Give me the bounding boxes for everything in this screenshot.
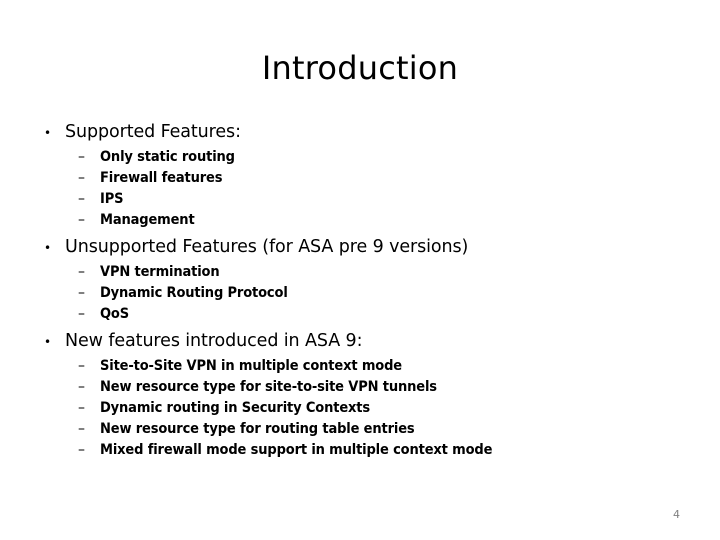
- bullet-heading-row: • Supported Features:: [40, 118, 680, 146]
- dash-marker-icon: –: [78, 442, 85, 458]
- sub-bullet-label: New resource type for site-to-site VPN t…: [100, 379, 437, 395]
- page-title: Introduction: [261, 49, 459, 87]
- sub-bullet-label: Firewall features: [100, 170, 223, 186]
- dash-marker-icon: –: [78, 400, 85, 416]
- sub-bullet-row: – QoS: [40, 304, 680, 325]
- sub-bullet-row: – Dynamic routing in Security Contexts: [40, 398, 680, 419]
- sub-bullet-row: – VPN termination: [40, 262, 680, 283]
- dash-marker-icon: –: [78, 264, 85, 280]
- bullet-heading-row: • Unsupported Features (for ASA pre 9 ve…: [40, 233, 680, 261]
- sub-bullet-list: – Only static routing – Firewall feature…: [40, 147, 680, 231]
- sub-bullet-row: – New resource type for routing table en…: [40, 419, 680, 440]
- sub-bullet-label: Dynamic routing in Security Contexts: [100, 400, 370, 416]
- dash-marker-icon: –: [78, 191, 85, 207]
- sub-bullet-row: – IPS: [40, 189, 680, 210]
- dash-marker-icon: –: [78, 306, 85, 322]
- dash-marker-icon: –: [78, 285, 85, 301]
- dash-marker-icon: –: [78, 212, 85, 228]
- sub-bullet-row: – Only static routing: [40, 147, 680, 168]
- bullet-heading-label: New features introduced in ASA 9:: [65, 331, 363, 351]
- dash-marker-icon: –: [78, 170, 85, 186]
- bullet-dot-icon: •: [44, 335, 52, 349]
- slide-canvas: Introduction • Supported Features: – Onl…: [0, 0, 720, 540]
- dash-marker-icon: –: [78, 149, 85, 165]
- sub-bullet-label: Dynamic Routing Protocol: [100, 285, 288, 301]
- dash-marker-icon: –: [78, 358, 85, 374]
- sub-bullet-row: – Dynamic Routing Protocol: [40, 283, 680, 304]
- page-number: 4: [673, 508, 680, 521]
- sub-bullet-label: Only static routing: [100, 149, 235, 165]
- dash-marker-icon: –: [78, 379, 85, 395]
- sub-bullet-list: – VPN termination – Dynamic Routing Prot…: [40, 262, 680, 325]
- slide-body: • Supported Features: – Only static rout…: [40, 118, 680, 461]
- bullet-group-new-features: • New features introduced in ASA 9: – Si…: [40, 327, 680, 461]
- bullet-heading-label: Unsupported Features (for ASA pre 9 vers…: [65, 237, 469, 257]
- sub-bullet-label: Site-to-Site VPN in multiple context mod…: [100, 358, 402, 374]
- bullet-group-unsupported-features: • Unsupported Features (for ASA pre 9 ve…: [40, 233, 680, 325]
- bullet-heading-row: • New features introduced in ASA 9:: [40, 327, 680, 355]
- bullet-heading-label: Supported Features:: [65, 122, 241, 142]
- sub-bullet-list: – Site-to-Site VPN in multiple context m…: [40, 356, 680, 461]
- sub-bullet-label: Mixed firewall mode support in multiple …: [100, 442, 493, 458]
- bullet-group-supported-features: • Supported Features: – Only static rout…: [40, 118, 680, 231]
- sub-bullet-row: – Site-to-Site VPN in multiple context m…: [40, 356, 680, 377]
- bullet-dot-icon: •: [44, 241, 52, 255]
- sub-bullet-label: IPS: [100, 191, 124, 207]
- sub-bullet-row: – Mixed firewall mode support in multipl…: [40, 440, 680, 461]
- sub-bullet-label: Management: [100, 212, 195, 228]
- sub-bullet-label: New resource type for routing table entr…: [100, 421, 415, 437]
- sub-bullet-row: – New resource type for site-to-site VPN…: [40, 377, 680, 398]
- sub-bullet-label: QoS: [100, 306, 129, 322]
- bullet-dot-icon: •: [44, 126, 52, 140]
- dash-marker-icon: –: [78, 421, 85, 437]
- sub-bullet-row: – Firewall features: [40, 168, 680, 189]
- sub-bullet-row: – Management: [40, 210, 680, 231]
- sub-bullet-label: VPN termination: [100, 264, 220, 280]
